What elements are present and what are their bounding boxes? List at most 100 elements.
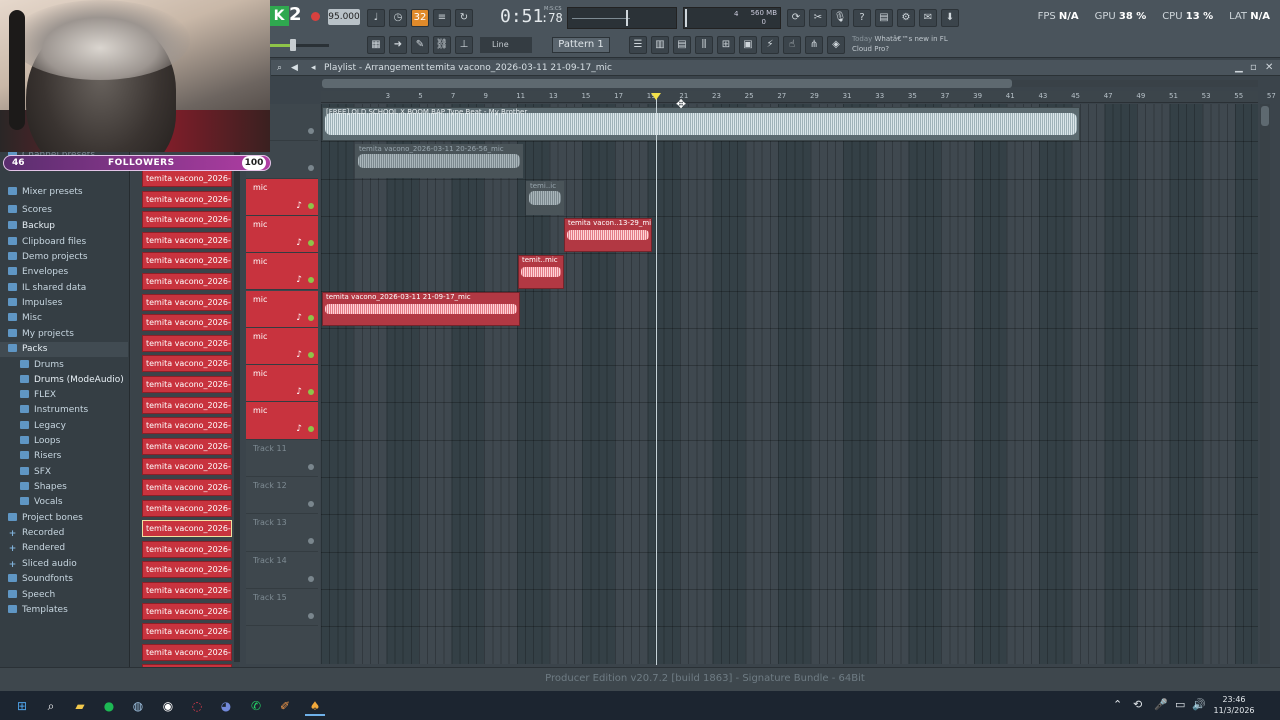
- channel-button[interactable]: temita vacono_2026-03-...: [142, 211, 232, 229]
- track-mute-led[interactable]: [308, 538, 314, 545]
- channel-button[interactable]: temita vacono_2026-03-...: [142, 273, 232, 290]
- channel-rack-icon[interactable]: ☰: [629, 36, 647, 54]
- track-mute-led[interactable]: [308, 351, 314, 358]
- track-mute-led[interactable]: [308, 165, 314, 172]
- channel-button[interactable]: temita vacono_2026-03-...: [142, 623, 232, 641]
- audio-clip[interactable]: temita vacon..13-29_mic: [564, 218, 652, 252]
- maximize-icon[interactable]: ▫: [1250, 60, 1257, 76]
- browser-item[interactable]: Shapes: [20, 480, 67, 495]
- horizontal-scrollbar-thumb[interactable]: [322, 79, 1012, 88]
- channel-button[interactable]: temita vacono_2026-03-...: [142, 334, 232, 352]
- channel-button[interactable]: temita vacono_2026-03-...: [142, 190, 232, 208]
- tray-sync-icon[interactable]: ⟲: [1133, 698, 1142, 711]
- channel-button[interactable]: temita vacono_2026-03-...: [142, 252, 232, 270]
- whatsapp-icon[interactable]: ✆: [246, 696, 266, 716]
- browser-item[interactable]: Legacy: [20, 419, 66, 434]
- tool-icon[interactable]: ✐: [275, 696, 295, 716]
- track-header[interactable]: mic ♪: [246, 365, 318, 403]
- browser-item[interactable]: Scores: [8, 203, 52, 218]
- plugin-icon[interactable]: ⚙: [897, 9, 915, 27]
- channel-rack-scrollbar[interactable]: [234, 152, 240, 662]
- edison-icon[interactable]: ◈: [827, 36, 845, 54]
- blend-notes-icon[interactable]: ≡: [433, 9, 451, 27]
- step-edit-button[interactable]: 32: [411, 9, 429, 27]
- browser-item[interactable]: Misc: [8, 311, 42, 326]
- track-header[interactable]: Track 15: [246, 589, 318, 627]
- channel-button[interactable]: temita vacono_2026-03-...: [142, 520, 232, 538]
- playhead-marker[interactable]: [651, 93, 661, 100]
- playlist-icon[interactable]: ▦: [367, 36, 385, 54]
- wait-input-icon[interactable]: ◷: [389, 9, 407, 27]
- track-header[interactable]: Track 13: [246, 514, 318, 552]
- microphone-icon[interactable]: 🎙: [831, 9, 849, 27]
- audio-clip[interactable]: temita vacono_2026-03-11 20-26-56_mic: [355, 144, 523, 178]
- browser-item[interactable]: My projects: [8, 327, 74, 342]
- browser-item[interactable]: Risers: [20, 449, 61, 464]
- tray-chevron-icon[interactable]: ⌃: [1113, 698, 1122, 711]
- news-panel[interactable]: Today Whatâ€™s new in FL Cloud Pro?: [852, 34, 962, 54]
- cut-icon[interactable]: ✂: [809, 9, 827, 27]
- loop-record-icon[interactable]: ↻: [455, 9, 473, 27]
- channel-button[interactable]: temita vacono_2026-03-...: [142, 355, 232, 373]
- browser-item[interactable]: Templates: [8, 603, 68, 618]
- channel-button[interactable]: temita vacono_2026-03-...: [142, 231, 232, 249]
- channel-button[interactable]: temita vacono_2026-03-...: [142, 479, 232, 496]
- master-volume-knob[interactable]: [290, 39, 296, 51]
- track-header[interactable]: mic ♪: [246, 253, 318, 291]
- track-mute-led[interactable]: [308, 202, 314, 209]
- track-mute-led[interactable]: [308, 575, 314, 582]
- plug-icon[interactable]: ⚡: [761, 36, 779, 54]
- browser-item[interactable]: Packs: [0, 342, 128, 357]
- channel-button[interactable]: temita vacono_2026-03-...: [142, 293, 232, 311]
- minimize-icon[interactable]: ▁: [1235, 60, 1243, 76]
- audio-clip[interactable]: [FREE] OLD SCHOOL X BOOM BAP Type Beat -…: [322, 107, 1080, 141]
- browser-item[interactable]: Demo projects: [8, 250, 88, 265]
- steam-icon[interactable]: ◍: [128, 696, 148, 716]
- save-icon[interactable]: ▤: [875, 9, 893, 27]
- download-icon[interactable]: ⬇: [941, 9, 959, 27]
- playlist-grid[interactable]: [321, 104, 1258, 664]
- channel-button[interactable]: temita vacono_2026-03-...: [142, 582, 232, 599]
- browser-item[interactable]: FLEX: [20, 388, 56, 403]
- browser-item[interactable]: SFX: [20, 465, 51, 480]
- search-icon[interactable]: ⌕: [41, 696, 61, 716]
- track-mute-led[interactable]: [308, 239, 314, 246]
- browser-item[interactable]: Speech: [8, 588, 55, 603]
- speaker-icon[interactable]: ◀: [291, 60, 298, 76]
- channel-button[interactable]: temita vacono_2026-03-...: [142, 437, 232, 455]
- track-header[interactable]: Track 14: [246, 552, 318, 589]
- track-mute-led[interactable]: [308, 389, 314, 396]
- browser-item[interactable]: + Recorded: [8, 526, 65, 541]
- arrow-icon[interactable]: ➜: [389, 36, 407, 54]
- browser-item[interactable]: Loops: [20, 434, 60, 449]
- track-mute-led[interactable]: [308, 501, 314, 507]
- clipboard-icon[interactable]: ▣: [739, 36, 757, 54]
- channel-button[interactable]: temita vacono_2026-03-...: [142, 561, 232, 579]
- windows-start-icon[interactable]: ⊞: [12, 696, 32, 716]
- capture-icon[interactable]: ◌: [187, 696, 207, 716]
- channel-button[interactable]: temita vacono_2026-03-...: [142, 417, 232, 435]
- chevron-left-icon[interactable]: ◂: [311, 60, 316, 76]
- zoom-icon[interactable]: ⌕: [277, 60, 282, 76]
- track-header[interactable]: mic ♪: [246, 327, 318, 366]
- browser-item[interactable]: Backup: [8, 219, 55, 234]
- track-header[interactable]: mic ♪: [246, 178, 318, 216]
- track-header[interactable]: mic ♪: [246, 402, 318, 440]
- browser-item[interactable]: + Sliced audio: [8, 557, 77, 572]
- close-icon[interactable]: ✕: [1265, 60, 1273, 76]
- browser-item[interactable]: Instruments: [20, 403, 88, 418]
- piano-roll-icon[interactable]: ▥: [651, 36, 669, 54]
- browser-item[interactable]: Drums (ModeAudio): [20, 373, 124, 388]
- tray-monitor-icon[interactable]: ▭: [1175, 698, 1185, 711]
- channel-button[interactable]: temita vacono_2026-03-...: [142, 376, 232, 393]
- system-clock[interactable]: 23:46 11/3/2026: [1210, 694, 1258, 716]
- track-mute-led[interactable]: [308, 612, 314, 619]
- channel-button[interactable]: temita vacono_2026-03-...: [142, 458, 232, 476]
- touch-icon[interactable]: ☝: [783, 36, 801, 54]
- track-mute-led[interactable]: [308, 426, 314, 433]
- vertical-scrollbar-thumb[interactable]: [1261, 106, 1269, 126]
- record-button[interactable]: [311, 12, 320, 21]
- track-mute-led[interactable]: [308, 128, 314, 134]
- timeline-ruler[interactable]: 3 5 7 9 11 13 15 17 19 21 23 25 27 29 31 33 35 37 39 41 43 45…: [321, 91, 1276, 103]
- help-icon[interactable]: ?: [853, 9, 871, 27]
